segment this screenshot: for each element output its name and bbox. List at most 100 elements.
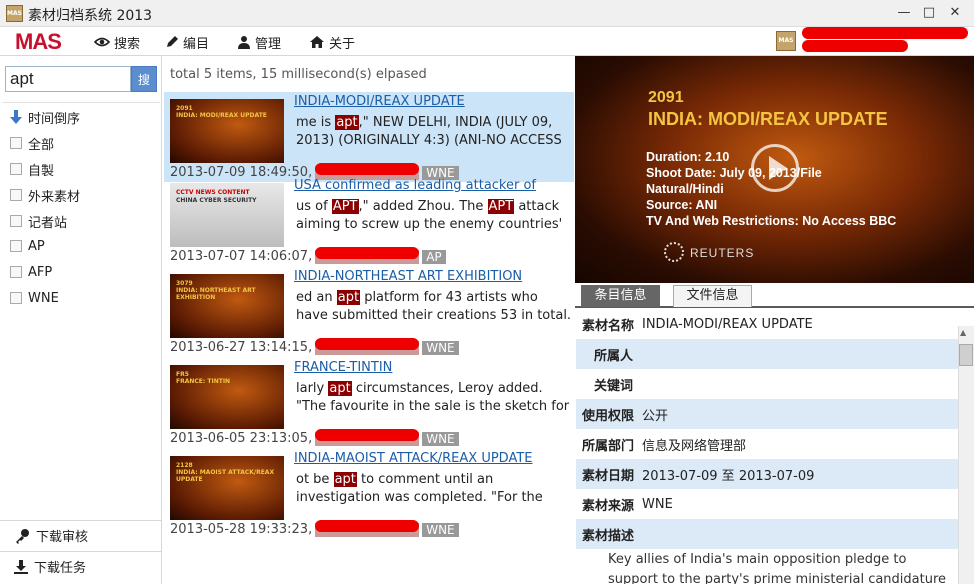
detail-value: INDIA-MODI/REAX UPDATE <box>642 316 813 332</box>
detail-row-permission: 使用权限 公开 <box>576 399 958 429</box>
redacted-owner <box>315 246 420 264</box>
result-date: 2013-06-27 13:14:15, <box>170 340 313 355</box>
download-review-label: 下载审核 <box>36 530 89 545</box>
video-brand: REUTERS <box>690 246 755 260</box>
result-item[interactable]: 2128 INDIA: MAOIST ATTACK/REAX UPDATE IND… <box>164 449 574 539</box>
results-summary: total 5 items, 15 millisecond(s) elpased <box>170 67 427 82</box>
checkbox[interactable] <box>10 163 22 175</box>
toolbar-about-button[interactable]: 关于 <box>309 33 356 52</box>
download-tasks-label: 下载任务 <box>34 561 87 576</box>
result-snippet: ed an apt platform for 43 artists who ha… <box>296 290 572 323</box>
window-title: 素材归档系统 2013 <box>28 8 153 24</box>
result-title-link[interactable]: INDIA-MODI/REAX UPDATE <box>294 94 465 109</box>
filter-wne[interactable]: WNE <box>10 289 59 307</box>
scroll-up-icon[interactable]: ▲ <box>960 328 966 337</box>
result-title-link[interactable]: INDIA-NORTHEAST ART EXHIBITION <box>294 269 522 284</box>
logo: MAS <box>15 29 62 54</box>
result-date: 2013-07-07 14:06:07, <box>170 249 313 264</box>
result-item[interactable]: FR5 FRANCE: TINTIN FRANCE-TINTIN larly ap… <box>164 358 574 448</box>
result-meta: 2013-06-05 23:13:05, WNE <box>170 428 459 446</box>
checkbox[interactable] <box>10 215 22 227</box>
checkbox[interactable] <box>10 189 22 201</box>
tab-item-info[interactable]: 条目信息 <box>581 285 660 307</box>
key-icon <box>16 528 29 544</box>
result-meta: 2013-07-07 14:06:07, AP <box>170 246 446 264</box>
thumbnail-text: 2091 INDIA: MODI/REAX UPDATE <box>176 105 267 119</box>
result-title-link[interactable]: INDIA-MAOIST ATTACK/REAX UPDATE <box>294 451 533 466</box>
arrow-down-icon <box>10 110 22 124</box>
result-snippet: larly apt circumstances, Leroy added. "T… <box>296 381 570 414</box>
result-meta: 2013-05-28 19:33:23, WNE <box>170 519 459 537</box>
result-item[interactable]: 3079 INDIA: NORTHEAST ART EXHIBITION INDI… <box>164 267 574 357</box>
close-button[interactable]: ✕ <box>944 3 966 23</box>
sort-by-time-toggle[interactable]: 时间倒序 <box>10 108 81 127</box>
play-icon[interactable] <box>751 144 799 192</box>
scrollbar-thumb[interactable] <box>959 344 973 366</box>
toolbar-search-button[interactable]: 搜索 <box>94 33 140 52</box>
result-thumbnail[interactable]: CCTV NEWS CONTENT CHINA CYBER SECURITY <box>170 183 284 247</box>
checkbox[interactable] <box>10 240 22 252</box>
filter-external[interactable]: 外来素材 <box>10 186 80 205</box>
download-tasks-button[interactable]: 下载任务 <box>0 551 161 581</box>
search-input[interactable] <box>5 66 131 92</box>
video-title: INDIA: MODI/REAX UPDATE <box>648 109 888 129</box>
toolbar-manage-label: 管理 <box>255 36 282 52</box>
result-item[interactable]: CCTV NEWS CONTENT CHINA CYBER SECURITY US… <box>164 176 574 266</box>
result-title-link[interactable]: USA confirmed as leading attacker of <box>294 178 536 193</box>
filter-station[interactable]: 记者站 <box>10 212 67 231</box>
checkbox[interactable] <box>10 137 22 149</box>
result-snippet: us of APT," added Zhou. The APT attack a… <box>296 199 563 232</box>
download-review-button[interactable]: 下载审核 <box>0 520 161 550</box>
search-highlight: APT <box>331 199 359 214</box>
detail-label: 所属人 <box>594 348 634 364</box>
maximize-button[interactable]: □ <box>918 3 940 23</box>
detail-value: WNE <box>642 496 673 512</box>
filter-ap[interactable]: AP <box>10 237 45 255</box>
filter-afp[interactable]: AFP <box>10 263 52 281</box>
redacted-user-info <box>802 40 908 52</box>
result-thumbnail[interactable]: 2091 INDIA: MODI/REAX UPDATE <box>170 99 284 163</box>
result-thumbnail[interactable]: FR5 FRANCE: TINTIN <box>170 365 284 429</box>
source-badge: WNE <box>422 522 459 537</box>
result-date: 2013-05-28 19:33:23, <box>170 522 313 537</box>
result-thumbnail[interactable]: 3079 INDIA: NORTHEAST ART EXHIBITION <box>170 274 284 338</box>
detail-label: 关键词 <box>594 378 634 394</box>
detail-value: 信息及网络管理部 <box>642 438 747 454</box>
checkbox[interactable] <box>10 292 22 304</box>
video-info-line: TV And Web Restrictions: No Access BBC <box>646 214 897 228</box>
filter-label: AFP <box>28 264 53 280</box>
video-info-line: Natural/Hindi <box>646 182 724 196</box>
search-highlight: apt <box>328 381 352 396</box>
detail-row-description: 素材描述 <box>576 519 958 549</box>
toolbar-catalog-button[interactable]: 编目 <box>165 33 209 52</box>
user-avatar[interactable]: MAS <box>776 31 796 51</box>
filter-label: 全部 <box>28 137 55 153</box>
result-date: 2013-06-05 23:13:05, <box>170 431 313 446</box>
result-snippet: ot be apt to comment until an investigat… <box>296 472 543 505</box>
result-item[interactable]: 2091 INDIA: MODI/REAX UPDATE INDIA-MODI/R… <box>164 92 574 182</box>
filter-label: AP <box>28 238 45 254</box>
toolbar-manage-button[interactable]: 管理 <box>237 33 282 52</box>
checkbox[interactable] <box>10 266 22 278</box>
filter-all[interactable]: 全部 <box>10 134 55 153</box>
result-thumbnail[interactable]: 2128 INDIA: MAOIST ATTACK/REAX UPDATE <box>170 456 284 520</box>
user-icon <box>238 36 250 49</box>
sort-label: 时间倒序 <box>28 111 81 127</box>
minimize-button[interactable]: — <box>893 3 915 23</box>
toolbar-about-label: 关于 <box>329 36 356 52</box>
divider <box>2 102 160 103</box>
search-highlight: apt <box>336 290 361 305</box>
video-info-line: Duration: 2.10 <box>646 150 730 164</box>
eye-icon <box>94 37 110 47</box>
source-badge: AP <box>422 249 446 264</box>
search-button[interactable]: 搜 <box>131 66 157 92</box>
detail-label: 素材描述 <box>582 528 635 544</box>
result-title-link[interactable]: FRANCE-TINTIN <box>294 360 392 375</box>
filter-label: 自製 <box>28 163 55 179</box>
filter-self-made[interactable]: 自製 <box>10 160 55 179</box>
detail-row-keywords: 关键词 <box>576 369 958 399</box>
result-snippet: me is apt," NEW DELHI, INDIA (JULY 09, 2… <box>296 115 562 148</box>
tab-file-info[interactable]: 文件信息 <box>673 285 752 307</box>
filter-label: WNE <box>28 290 59 306</box>
detail-label: 素材日期 <box>582 468 635 484</box>
